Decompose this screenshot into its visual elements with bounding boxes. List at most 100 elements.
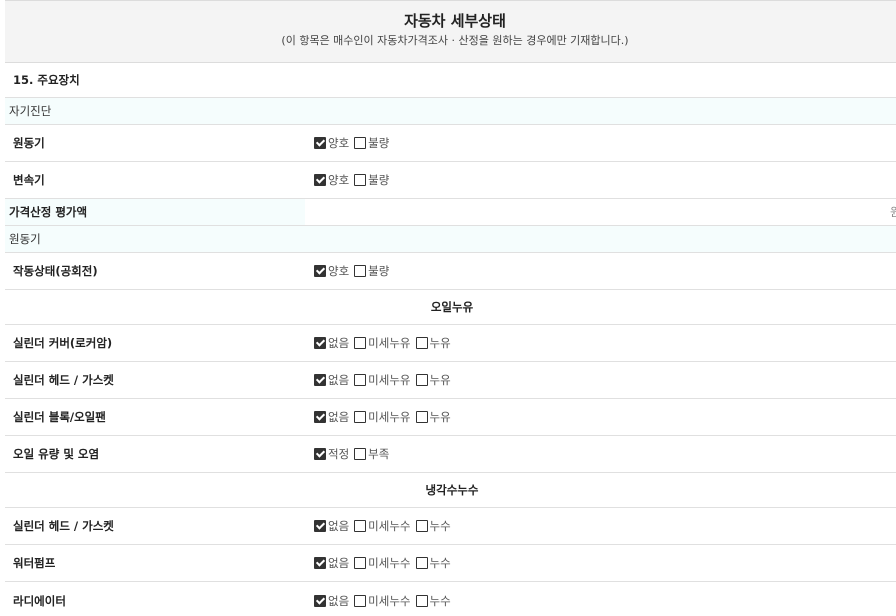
option-label: 양호 [328,136,350,150]
option-label: 불량 [368,264,390,278]
checkbox-checked-icon[interactable] [314,337,326,349]
checkbox-checked-icon[interactable] [314,557,326,569]
checkbox-icon[interactable] [415,337,428,349]
option-label: 미세누수 [368,556,411,570]
option-label: 불량 [368,136,390,150]
row-label: 원동기 [13,136,45,150]
option-none[interactable]: 없음 [314,409,349,425]
row-oil-level: 오일 유량 및 오염 적정 부족 [5,436,896,473]
checkbox-checked-icon[interactable] [314,265,326,277]
option-group: 없음 미세누수 누수 [314,518,456,534]
option-leak[interactable]: 누유 [415,409,451,425]
section-engine: 원동기 [5,226,896,253]
checkbox-icon[interactable] [354,337,367,349]
option-none[interactable]: 없음 [314,593,349,609]
checkbox-icon[interactable] [415,520,428,532]
row-coolant-cylinder-head: 실린더 헤드 / 가스켓 없음 미세누수 누수 [5,508,896,545]
inspection-form: 자동차 세부상태 (이 항목은 매수인이 자동차가격조사 · 산정을 원하는 경… [5,0,896,608]
option-label: 없음 [328,336,350,350]
option-label: 없음 [328,593,350,608]
row-label: 실린더 블록/오일팬 [13,410,106,424]
option-label: 없음 [328,410,350,424]
checkbox-icon[interactable] [354,174,367,186]
option-label: 누수 [429,556,451,570]
row-oil-cylinder-block: 실린더 블록/오일팬 없음 미세누유 누유 [5,399,896,436]
checkbox-icon[interactable] [354,411,367,423]
row-label: 오일 유량 및 오염 [13,447,100,461]
option-label: 미세누유 [368,336,411,350]
page-title: 자동차 세부상태 [404,12,506,30]
option-label: 양호 [328,264,350,278]
row-oil-cylinder-cover: 실린더 커버(로커암) 없음 미세누유 누유 [5,325,896,362]
row-coolant-radiator: 라디에이터 없음 미세누수 누수 [5,582,896,616]
option-minor[interactable]: 미세누유 [354,335,411,351]
option-leak[interactable]: 누수 [415,555,451,571]
row-label: 워터펌프 [13,556,56,570]
row-label: 실린더 헤드 / 가스켓 [13,519,114,533]
row-oil-cylinder-head: 실린더 헤드 / 가스켓 없음 미세누유 누유 [5,362,896,399]
subsection-oil-leak: 오일누유 [5,290,896,325]
subsection-oil-leak-title: 오일누유 [430,300,474,314]
option-leak[interactable]: 누유 [415,335,451,351]
checkbox-checked-icon[interactable] [314,411,326,423]
checkbox-icon[interactable] [415,411,428,423]
section-main-row: 15. 주요장치 [5,63,896,98]
option-none[interactable]: 없음 [314,335,349,351]
option-label: 누유 [429,373,451,387]
price-value-cell[interactable] [305,199,896,225]
checkbox-icon[interactable] [354,374,367,386]
option-minor[interactable]: 미세누수 [354,555,411,571]
option-leak[interactable]: 누유 [415,372,451,388]
option-label: 미세누유 [368,373,411,387]
checkbox-checked-icon[interactable] [314,374,326,386]
page-subtitle: (이 항목은 매수인이 자동차가격조사 · 산정을 원하는 경우에만 기재합니다… [281,34,629,47]
option-group: 양호 불량 [314,263,394,279]
option-none[interactable]: 없음 [314,555,349,571]
checkbox-icon[interactable] [354,448,367,460]
subsection-coolant-leak: 냉각수누수 [5,473,896,508]
option-good[interactable]: 양호 [314,135,349,151]
option-insufficient[interactable]: 부족 [354,446,389,462]
row-coolant-water-pump: 워터펌프 없음 미세누수 누수 [5,545,896,582]
row-label: 변속기 [13,173,45,187]
option-bad[interactable]: 불량 [354,263,389,279]
checkbox-icon[interactable] [354,557,367,569]
row-self-diag-engine: 원동기 양호 불량 [5,125,896,162]
option-good[interactable]: 양호 [314,172,349,188]
option-bad[interactable]: 불량 [354,172,389,188]
checkbox-checked-icon[interactable] [314,520,326,532]
form-header: 자동차 세부상태 (이 항목은 매수인이 자동차가격조사 · 산정을 원하는 경… [5,0,896,63]
checkbox-checked-icon[interactable] [314,594,326,607]
checkbox-checked-icon[interactable] [314,448,326,460]
option-adequate[interactable]: 적정 [314,446,349,462]
option-minor[interactable]: 미세누수 [354,593,411,609]
subsection-coolant-leak-title: 냉각수누수 [425,483,479,497]
option-minor[interactable]: 미세누유 [354,372,411,388]
checkbox-checked-icon[interactable] [314,137,326,149]
checkbox-icon[interactable] [354,520,367,532]
option-none[interactable]: 없음 [314,372,349,388]
checkbox-icon[interactable] [354,594,367,607]
price-unit: 원 [890,205,896,219]
option-leak[interactable]: 누수 [415,593,451,609]
option-bad[interactable]: 불량 [354,135,389,151]
checkbox-icon[interactable] [354,137,367,149]
checkbox-icon[interactable] [415,374,428,386]
option-label: 누유 [429,336,451,350]
option-minor[interactable]: 미세누유 [354,409,411,425]
option-label: 불량 [368,173,390,187]
checkbox-icon[interactable] [415,594,428,607]
option-none[interactable]: 없음 [314,518,349,534]
checkbox-checked-icon[interactable] [314,174,326,186]
option-label: 적정 [328,447,350,461]
option-leak[interactable]: 누수 [415,518,451,534]
option-good[interactable]: 양호 [314,263,349,279]
section-engine-label: 원동기 [9,232,41,246]
checkbox-icon[interactable] [415,557,428,569]
option-minor[interactable]: 미세누수 [354,518,411,534]
option-label: 없음 [328,373,350,387]
checkbox-icon[interactable] [354,265,367,277]
option-group: 적정 부족 [314,446,394,462]
option-label: 미세누수 [368,593,411,608]
section-self-diag: 자기진단 [5,98,896,125]
